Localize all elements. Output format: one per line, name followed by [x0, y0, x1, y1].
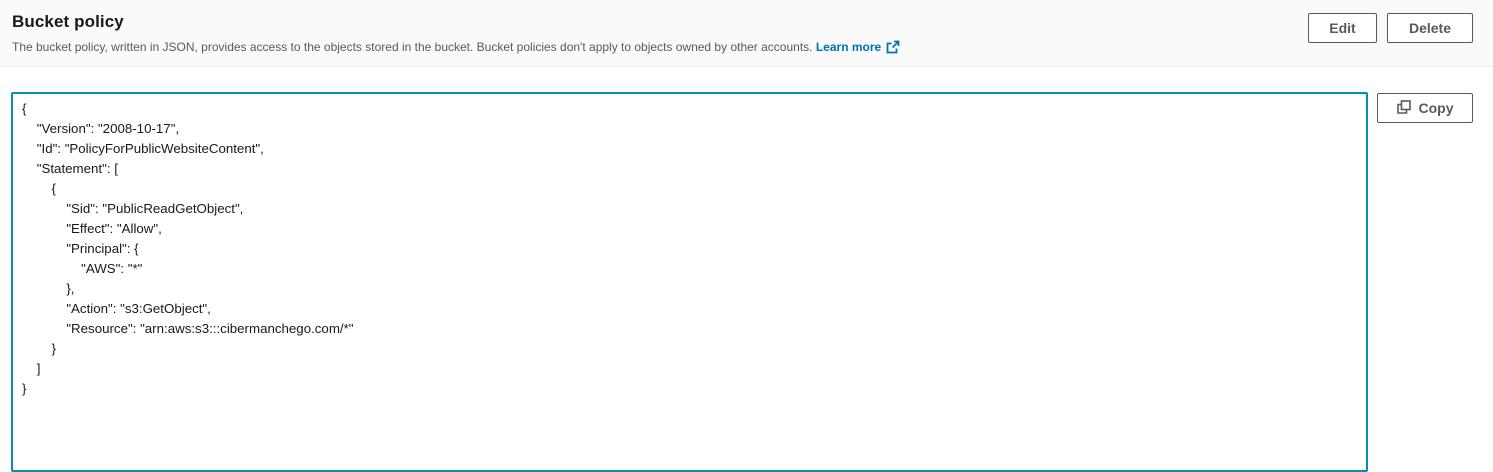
external-link-icon — [886, 40, 900, 57]
learn-more-label: Learn more — [815, 40, 882, 54]
page-title: Bucket policy — [12, 12, 124, 31]
copy-button[interactable]: Copy — [1377, 93, 1473, 123]
copy-button-label: Copy — [1418, 100, 1454, 116]
description-text: The bucket policy, written in JSON, prov… — [12, 40, 813, 54]
policy-description: The bucket policy, written in JSON, prov… — [12, 40, 900, 57]
delete-button[interactable]: Delete — [1387, 13, 1473, 43]
bucket-policy-header: Bucket policy The bucket policy, written… — [0, 0, 1493, 67]
delete-button-label: Delete — [1408, 20, 1452, 36]
copy-icon — [1396, 99, 1411, 117]
policy-json-editor[interactable]: { "Version": "2008-10-17", "Id": "Policy… — [11, 92, 1368, 472]
policy-json-content: { "Version": "2008-10-17", "Id": "Policy… — [22, 101, 354, 396]
edit-button-label: Edit — [1329, 20, 1356, 36]
learn-more-link[interactable]: Learn more — [816, 40, 900, 54]
edit-button[interactable]: Edit — [1308, 13, 1377, 43]
